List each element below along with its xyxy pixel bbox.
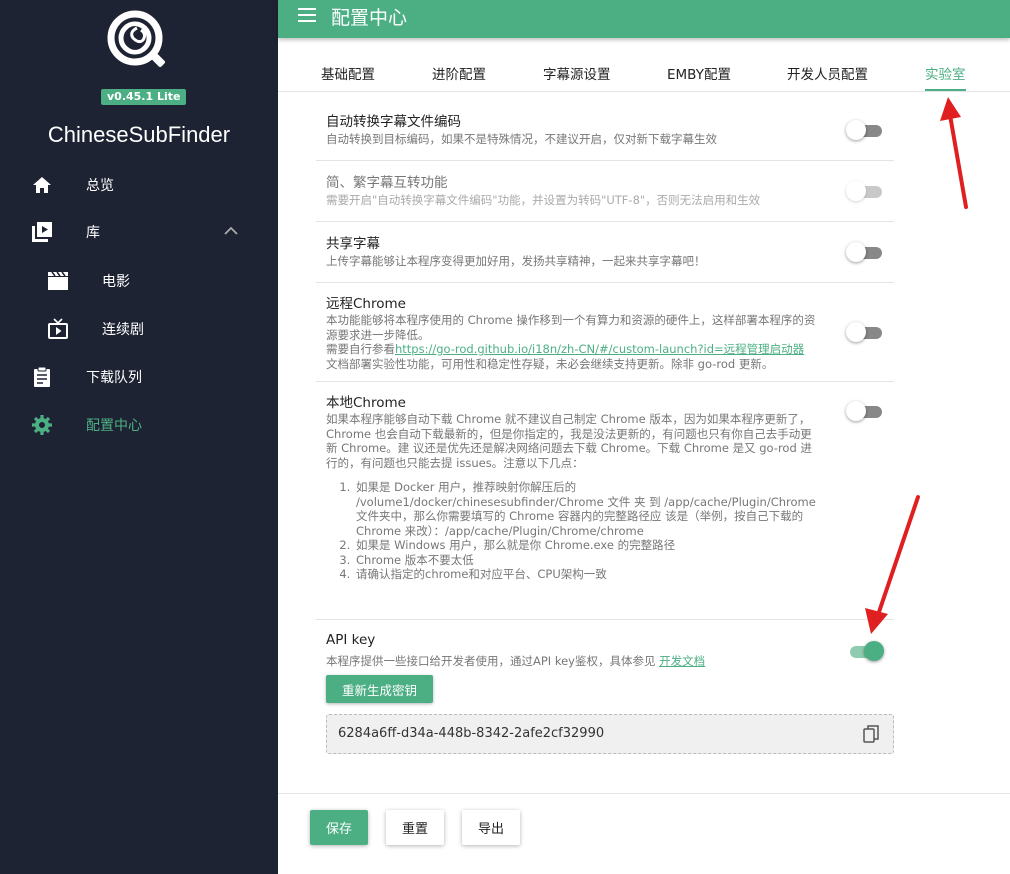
annotation-arrow-tab — [940, 97, 968, 209]
local-chrome-desc: 如果本程序能够自动下载 Chrome 就不建议自己制定 Chrome 版本，因为… — [326, 412, 812, 470]
save-button[interactable]: 保存 — [310, 810, 369, 845]
api-key-desc: 本程序提供一些接口给开发者使用，通过API key鉴权，具体参见 — [326, 654, 656, 668]
sidebar-item-series[interactable]: 连续剧 — [0, 309, 278, 349]
settings-tabs: 基础配置 进阶配置 字幕源设置 EMBY配置 开发人员配置 实验室 — [278, 58, 1010, 92]
setting-description: 如果本程序能够自动下载 Chrome 就不建议自己制定 Chrome 版本，因为… — [326, 412, 816, 582]
sidebar-item-overview[interactable]: 总览 — [0, 165, 278, 205]
sidebar-item-settings[interactable]: 配置中心 — [0, 405, 278, 445]
remote-chrome-desc-2: 需要自行参看 — [326, 342, 395, 356]
api-key-value: 6284a6ff-d34a-448b-8342-2afe2cf32990 — [338, 726, 605, 741]
chevron-up-icon[interactable] — [224, 224, 238, 240]
setting-description: 需要开启"自动转换字幕文件编码"功能，并设置为转码"UTF-8"，否则无法启用和… — [326, 193, 761, 207]
tab-developer[interactable]: 开发人员配置 — [787, 63, 868, 91]
library-icon — [31, 221, 53, 243]
app-header: 配置中心 — [278, 0, 1010, 38]
list-item: Chrome 版本不要太低 — [354, 553, 816, 568]
share-subtitle-toggle[interactable] — [846, 242, 884, 262]
version-badge: v0.45.1 Lite — [101, 89, 187, 105]
setting-title: 自动转换字幕文件编码 — [326, 114, 461, 130]
sidebar-item-movies[interactable]: 电影 — [0, 261, 278, 301]
setting-title: 共享字幕 — [326, 236, 380, 252]
local-chrome-toggle[interactable] — [846, 401, 884, 421]
regenerate-key-button[interactable]: 重新生成密钥 — [326, 675, 434, 703]
movie-icon — [47, 270, 69, 292]
tab-subtitle-sources[interactable]: 字幕源设置 — [543, 63, 611, 91]
setting-title: API key — [326, 632, 376, 648]
list-item: 如果是 Windows 用户，那么就是你 Chrome.exe 的完整路径 — [354, 538, 816, 553]
home-icon — [31, 174, 53, 196]
sidebar-item-library[interactable]: 库 — [0, 212, 278, 252]
setting-title: 简、繁字幕互转功能 — [326, 175, 448, 191]
auto-convert-toggle[interactable] — [846, 120, 884, 140]
list-item: 如果是 Docker 用户，推荐映射你解压后的 /volume1/docker/… — [354, 480, 816, 538]
dev-doc-link[interactable]: 开发文档 — [659, 654, 705, 668]
sidebar: v0.45.1 Lite ChineseSubFinder 总览 库 电影 连续… — [0, 0, 278, 874]
simp-trad-toggle[interactable] — [846, 181, 884, 201]
sidebar-item-label: 配置中心 — [86, 418, 142, 434]
setting-description: 自动转换到目标编码，如果不是特殊情况，不建议开启，仅对新下载字幕生效 — [326, 132, 717, 146]
sidebar-item-label: 库 — [86, 225, 100, 241]
tab-advanced[interactable]: 进阶配置 — [432, 63, 486, 91]
export-button[interactable]: 导出 — [462, 810, 521, 845]
remote-chrome-desc-3: 文档部署实验性功能，可用性和稳定性存疑，未必会继续支持更新。除非 go-rod … — [326, 356, 774, 371]
tab-emby[interactable]: EMBY配置 — [667, 63, 731, 91]
setting-description: 上传字幕能够让本程序变得更加好用，发扬共享精神，一起来共享字幕吧！ — [326, 254, 706, 268]
setting-simp-trad: 简、繁字幕互转功能 需要开启"自动转换字幕文件编码"功能，并设置为转码"UTF-… — [316, 161, 894, 222]
setting-description: 本程序提供一些接口给开发者使用，通过API key鉴权，具体参见 开发文档 — [326, 654, 816, 669]
app-logo — [107, 10, 165, 67]
setting-description: 本功能能够将本程序使用的 Chrome 操作移到一个有算力和资源的硬件上，这样部… — [326, 313, 816, 371]
footer-divider — [278, 793, 1010, 794]
tab-lab[interactable]: 实验室 — [925, 63, 966, 91]
list-item: 请确认指定的chrome和对应平台、CPU架构一致 — [354, 567, 816, 582]
clipboard-icon — [31, 366, 53, 388]
sidebar-item-download-queue[interactable]: 下载队列 — [0, 357, 278, 397]
setting-remote-chrome: 远程Chrome 本功能能够将本程序使用的 Chrome 操作移到一个有算力和资… — [316, 283, 894, 382]
menu-icon[interactable] — [298, 6, 318, 26]
sidebar-item-label: 连续剧 — [102, 322, 144, 338]
sidebar-item-label: 电影 — [102, 274, 130, 290]
api-key-field[interactable]: 6284a6ff-d34a-448b-8342-2afe2cf32990 — [326, 714, 894, 754]
sidebar-item-label: 下载队列 — [86, 370, 142, 386]
go-rod-doc-link[interactable]: https://go-rod.github.io/i18n/zh-CN/#/cu… — [395, 342, 804, 356]
local-chrome-notes: 如果是 Docker 用户，推荐映射你解压后的 /volume1/docker/… — [354, 480, 816, 582]
setting-share-subtitle: 共享字幕 上传字幕能够让本程序变得更加好用，发扬共享精神，一起来共享字幕吧！ — [316, 222, 894, 283]
setting-title: 本地Chrome — [326, 395, 406, 411]
reset-button[interactable]: 重置 — [386, 810, 445, 845]
api-key-toggle[interactable] — [846, 641, 884, 661]
sidebar-item-label: 总览 — [86, 178, 114, 194]
remote-chrome-toggle[interactable] — [846, 322, 884, 342]
page-title: 配置中心 — [331, 7, 408, 29]
setting-local-chrome: 本地Chrome 如果本程序能够自动下载 Chrome 就不建议自己制定 Chr… — [316, 382, 894, 620]
tv-icon — [47, 318, 69, 340]
app-name: ChineseSubFinder — [47, 122, 231, 147]
copy-icon[interactable] — [863, 725, 879, 743]
gear-icon — [31, 414, 53, 436]
setting-title: 远程Chrome — [326, 296, 406, 312]
tab-basic[interactable]: 基础配置 — [321, 63, 375, 91]
setting-auto-convert: 自动转换字幕文件编码 自动转换到目标编码，如果不是特殊情况，不建议开启，仅对新下… — [316, 100, 894, 161]
remote-chrome-desc-1: 本功能能够将本程序使用的 Chrome 操作移到一个有算力和资源的硬件上，这样部… — [326, 313, 816, 342]
